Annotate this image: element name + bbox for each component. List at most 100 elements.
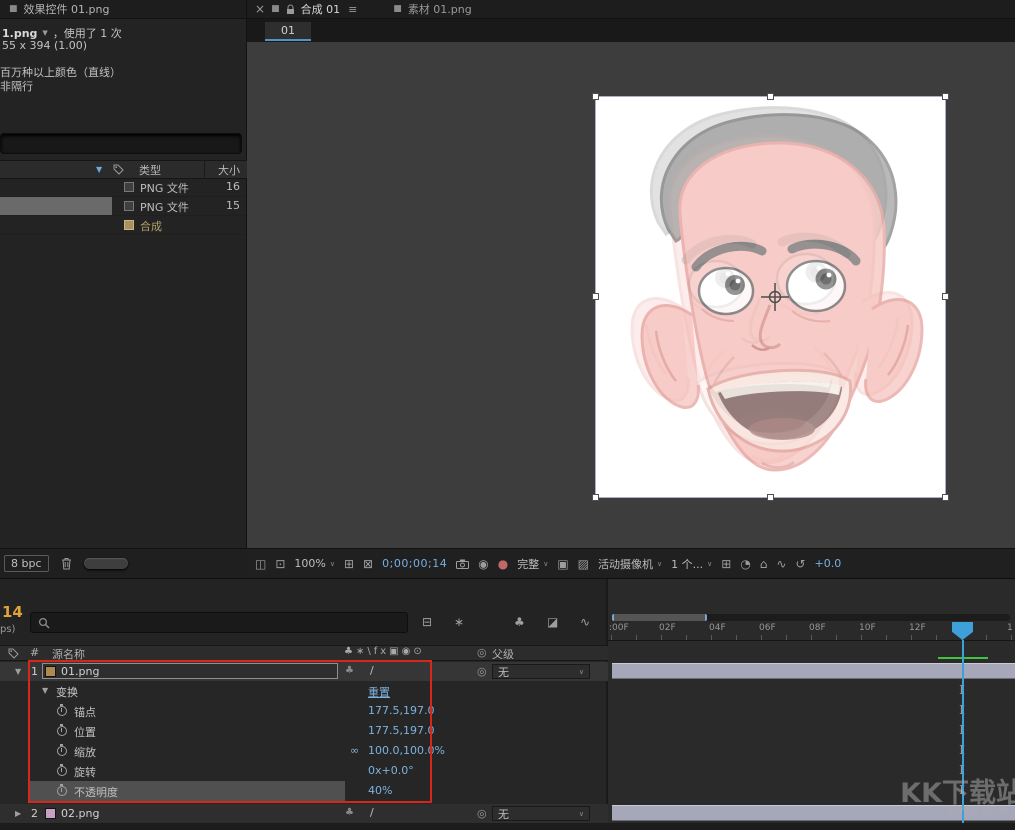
effect-controls-tab-label[interactable]: 效果控件 01.png [24,1,110,17]
project-row-png-1[interactable]: PNG 文件 16 [0,178,246,197]
selection-handle[interactable] [767,93,774,100]
project-search-input[interactable] [0,133,242,154]
flowchart-icon[interactable]: ∿ [776,557,786,571]
layer-switches-header[interactable]: ♣∗\fx▣◉⊙ [344,646,425,657]
draft-3d-icon[interactable]: ∗ [454,615,464,629]
selection-handle[interactable] [592,93,599,100]
column-header-size[interactable]: 大小 [218,162,240,178]
project-row-composition[interactable]: 合成 [0,216,246,235]
tab-composition[interactable]: 合成 01 [301,1,341,17]
composition-tabbar: × ■ 合成 01 ≡ ■ 素材 01.png [247,0,1015,19]
layer2-expand-icon[interactable]: ▶ [15,809,21,818]
selection-handle[interactable] [592,494,599,501]
trash-icon[interactable] [61,557,72,570]
timeline-search-input[interactable] [54,616,358,630]
lock-icon[interactable] [286,4,295,15]
layer2-name[interactable]: 02.png [61,807,99,820]
close-icon[interactable]: × [255,2,265,16]
frame-rate-fragment: ps) [0,624,15,635]
layer2-quality-switch[interactable]: / [370,806,374,819]
search-icon [38,617,50,629]
ruler-label: 1 [1007,623,1013,633]
snapshot-camera-icon[interactable] [456,559,469,569]
layer2-parent-dropdown[interactable]: 无 ∨ [492,806,590,821]
hide-shy-layers-icon[interactable]: ♣ [514,615,525,629]
layer2-label-chip[interactable] [45,808,56,819]
region-of-interest-icon[interactable]: ▣ [557,557,568,571]
footage-dimensions: 55 x 394 (1.00) [2,39,87,52]
layer1-pickwhip-icon[interactable]: ◎ [477,665,487,678]
monitor-icon[interactable]: ⊡ [275,557,285,571]
row-size: 15 [226,199,240,212]
tab-footage[interactable]: ■ 素材 01.png [393,1,471,17]
composition-viewport[interactable] [247,42,1015,548]
active-camera-dropdown[interactable]: 活动摄像机 ∨ [598,556,662,572]
current-time-display[interactable]: 14 [2,603,23,621]
chevron-down-icon[interactable]: ▼ [42,29,47,37]
layer1-expand-icon[interactable]: ▼ [15,667,21,676]
effect-controls-tabbar[interactable]: ■ 效果控件 01.png [0,0,246,19]
camera-value: 活动摄像机 [598,556,653,572]
bit-depth-button[interactable]: 8 bpc [4,555,49,572]
label-column-icon[interactable] [113,164,124,175]
frame-blending-icon[interactable]: ◪ [547,615,558,629]
reset-exposure-icon[interactable]: ↺ [795,557,805,571]
always-preview-icon[interactable]: ◫ [255,557,266,571]
graph-editor-icon[interactable]: ∿ [580,615,590,629]
layer2-pickwhip-icon[interactable]: ◎ [477,807,487,820]
viewer-timecode[interactable]: 0;00;00;14 [382,557,447,570]
layer1-parent-dropdown[interactable]: 无 ∨ [492,664,590,679]
row-type: PNG 文件 [140,180,189,196]
column-header-parent[interactable]: 父级 [492,646,514,662]
resolution-dropdown[interactable]: 完整 ∨ [517,556,548,572]
annotation-highlight-box [28,660,432,803]
panel-icon: ■ [9,4,18,14]
column-header-type[interactable]: 类型 [139,162,161,178]
label-column-icon[interactable] [8,648,19,659]
view-layout-dropdown[interactable]: 1 个... ∨ [671,556,712,572]
pixel-aspect-icon[interactable]: ⊞ [721,557,731,571]
composition-icon [124,220,134,230]
selection-handle[interactable] [942,293,949,300]
selection-handle[interactable] [942,93,949,100]
chevron-down-icon: ∨ [707,560,712,568]
selection-handle[interactable] [592,293,599,300]
layer1-duration-bar[interactable] [612,663,1015,679]
viewer-toolbar: ◫ ⊡ 100% ∨ ⊞ ⊠ 0;00;00;14 ◉ ● 完整 ∨ ▣ ▨ 活… [247,548,1015,578]
grid-guides-icon[interactable]: ⊞ [344,557,354,571]
column-header-number[interactable]: # [30,646,39,659]
selection-handle[interactable] [767,494,774,501]
layer2-shy-switch[interactable]: ♣ [345,807,354,818]
file-icon [124,201,134,211]
project-row-png-2[interactable]: PNG 文件 15 [0,197,246,216]
transparency-grid-icon[interactable]: ▨ [578,557,589,571]
timeline-button-icon[interactable]: ⌂ [760,557,768,571]
work-area-bar[interactable] [612,614,707,621]
layer-row-2[interactable]: ▶ 2 02.png ♣ / ◎ 无 ∨ [0,804,608,823]
fast-preview-icon[interactable]: ◔ [740,557,750,571]
selected-layer-image[interactable] [596,97,945,497]
project-list-header: ▼ 类型 大小 [0,160,247,179]
magnification-dropdown[interactable]: 100% ∨ [294,557,335,570]
safe-margins-icon[interactable]: ⊠ [363,557,373,571]
timeline-search-field[interactable] [30,612,408,633]
composition-panel: × ■ 合成 01 ≡ ■ 素材 01.png 01 [247,0,1015,578]
selection-handle[interactable] [942,494,949,501]
row-size: 16 [226,180,240,193]
ruler-label: 10F [859,623,876,633]
view-layout-value: 1 个... [671,556,703,572]
panel-menu-icon[interactable]: ≡ [348,3,357,16]
layer1-parent-value: 无 [498,664,509,680]
footage-name[interactable]: 1.png [2,27,37,40]
effect-controls-panel: ■ 效果控件 01.png 1.png ▼ ，使用了 1 次 55 x 394 … [0,0,247,578]
watermark-url: www.dow [947,803,1009,818]
thumbnail-slider[interactable] [84,558,128,569]
composition-mini-tab[interactable]: 01 [265,22,311,41]
show-channels-icon[interactable]: ● [498,557,508,571]
exposure-value[interactable]: +0.0 [815,557,842,570]
composition-mini-flowchart-icon[interactable]: ⊟ [422,615,432,629]
sort-arrow-icon[interactable]: ▼ [96,165,102,174]
show-snapshot-icon[interactable]: ◉ [478,557,488,571]
composition-navigator-bar: 01 [247,19,1015,43]
row-type: 合成 [140,218,162,234]
